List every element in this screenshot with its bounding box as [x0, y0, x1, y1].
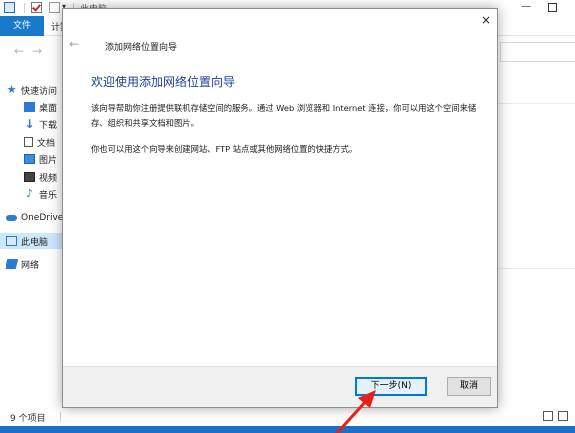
sidebar-item-label: 网络 — [21, 260, 40, 271]
status-bar: 9 个项目 — [0, 408, 575, 425]
sidebar-item-label: OneDrive — [21, 213, 64, 223]
large-icons-view-icon[interactable] — [558, 411, 568, 421]
onedrive-icon — [6, 215, 17, 221]
sidebar-item-onedrive[interactable]: OneDrive — [6, 210, 63, 226]
pictures-icon — [24, 154, 35, 164]
sidebar-item-music[interactable]: ♪ 音乐 — [24, 186, 57, 202]
close-icon[interactable]: × — [481, 13, 491, 27]
new-folder-icon[interactable] — [49, 2, 60, 13]
desktop-icon — [24, 102, 35, 112]
details-view-icon[interactable] — [543, 411, 553, 421]
sidebar-item-videos[interactable]: 视频 — [24, 169, 57, 185]
status-divider — [60, 412, 61, 422]
sidebar-item-documents[interactable]: 文档 — [24, 134, 55, 150]
minimize-button[interactable]: — — [521, 1, 531, 12]
wizard-description: 该向导帮助你注册提供联机存储空间的服务。通过 Web 浏览器和 Internet… — [91, 103, 477, 128]
sidebar-item-label: 此电脑 — [21, 237, 49, 248]
sidebar-item-desktop[interactable]: 桌面 — [24, 99, 57, 115]
sidebar-item-label: 图片 — [39, 155, 58, 166]
wizard-title: 添加网络位置向导 — [105, 43, 178, 53]
next-button[interactable]: 下一步(N) — [355, 377, 427, 396]
document-icon — [24, 137, 33, 147]
wizard-heading: 欢迎使用添加网络位置向导 — [91, 75, 236, 89]
this-pc-icon — [6, 236, 17, 246]
add-network-location-wizard: × ← 添加网络位置向导 欢迎使用添加网络位置向导 该向导帮助你注册提供联机存储… — [62, 8, 498, 408]
sidebar-item-label: 下载 — [39, 120, 58, 131]
videos-icon — [24, 172, 35, 182]
content-divider — [497, 268, 575, 269]
download-icon: ↓ — [24, 117, 35, 131]
cancel-button[interactable]: 取消 — [447, 377, 491, 396]
star-icon: ★ — [6, 83, 17, 96]
navigation-pane: ★ 快速访问 桌面 ↓ 下载 文档 图片 视频 ♪ 音乐 OneDrive 此电… — [0, 74, 63, 404]
sidebar-item-downloads[interactable]: ↓ 下载 — [24, 116, 57, 132]
sidebar-item-label: 文档 — [37, 138, 56, 149]
tab-file[interactable]: 文件 — [0, 16, 44, 36]
sidebar-item-label: 音乐 — [39, 190, 58, 201]
back-arrow-icon[interactable]: ← — [14, 44, 24, 58]
back-arrow-icon[interactable]: ← — [69, 37, 79, 51]
forward-arrow-icon[interactable]: → — [32, 44, 42, 58]
content-divider — [497, 103, 575, 104]
wizard-footer: 下一步(N) 取消 — [63, 366, 497, 407]
sidebar-item-this-pc[interactable]: 此电脑 — [0, 233, 62, 249]
this-pc-icon[interactable] — [4, 2, 15, 13]
taskbar-strip — [0, 426, 575, 433]
network-icon — [6, 259, 19, 269]
quick-access-divider — [24, 3, 25, 13]
sidebar-item-quick-access[interactable]: ★ 快速访问 — [6, 82, 57, 98]
properties-icon[interactable] — [31, 2, 42, 13]
sidebar-item-label: 快速访问 — [21, 86, 58, 97]
sidebar-item-label: 视频 — [39, 173, 58, 184]
music-icon: ♪ — [25, 187, 34, 200]
maximize-button[interactable] — [548, 3, 557, 12]
wizard-description-secondary: 你也可以用这个向导来创建网站、FTP 站点或其他网络位置的快捷方式。 — [91, 144, 358, 154]
sidebar-item-pictures[interactable]: 图片 — [24, 151, 57, 167]
search-input[interactable] — [500, 42, 575, 62]
sidebar-item-label: 桌面 — [39, 103, 58, 114]
sidebar-item-network[interactable]: 网络 — [6, 256, 39, 272]
item-count: 9 个项目 — [10, 414, 46, 424]
